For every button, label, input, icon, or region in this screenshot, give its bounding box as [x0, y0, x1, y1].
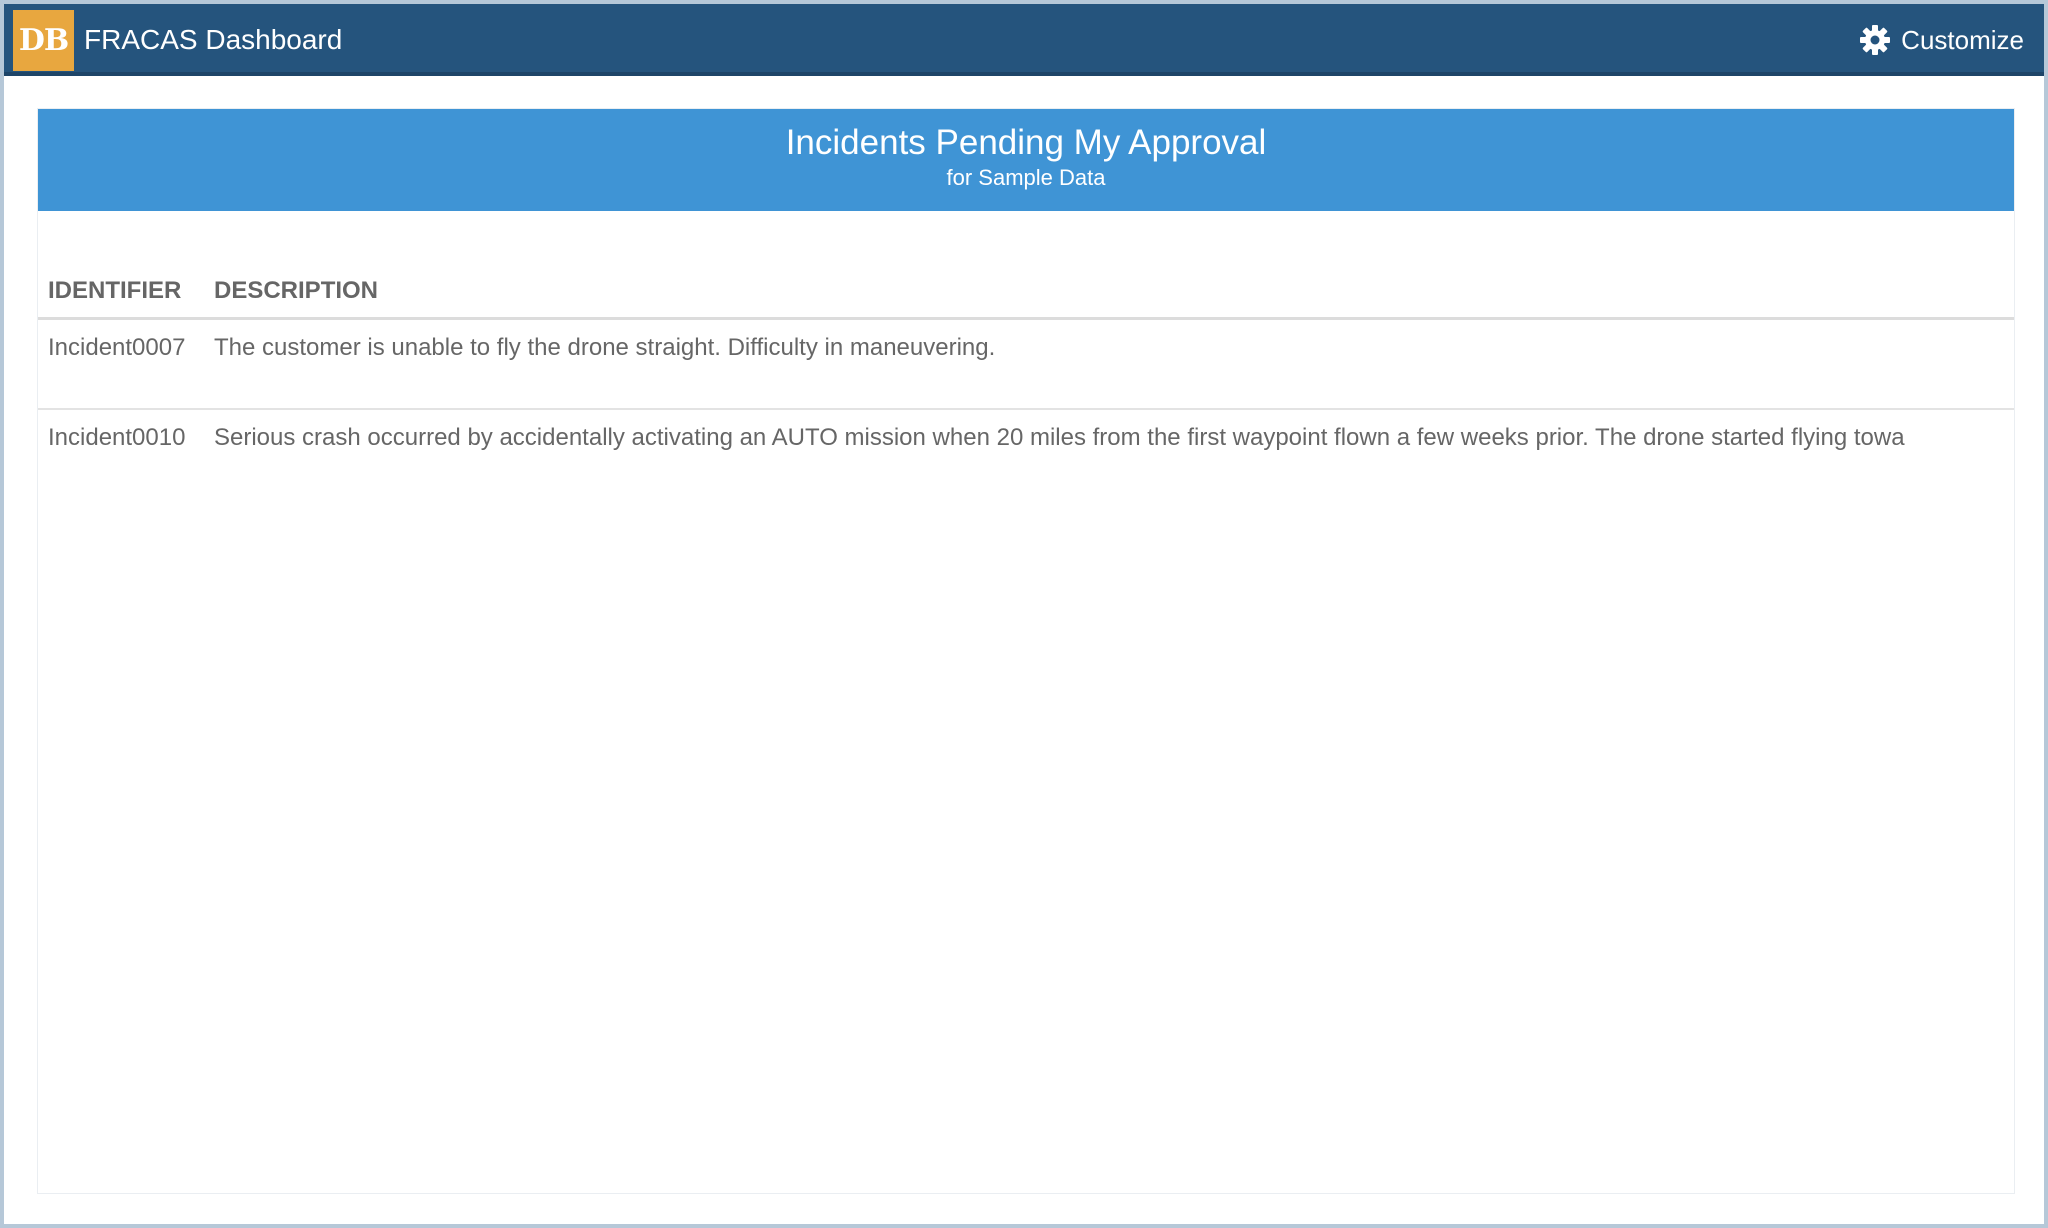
panel-header: Incidents Pending My Approval for Sample…	[38, 109, 2014, 211]
app-logo[interactable]: DB	[13, 10, 74, 71]
panel-subtitle: for Sample Data	[946, 165, 1106, 190]
customize-button[interactable]: Customize	[1859, 4, 2024, 76]
incident-description[interactable]: Serious crash occurred by accidentally a…	[204, 409, 2014, 499]
column-header-identifier[interactable]: IDENTIFIER	[38, 265, 204, 320]
gear-icon	[1859, 24, 1891, 56]
incidents-panel: Incidents Pending My Approval for Sample…	[37, 108, 2015, 1194]
app-window: DB FRACAS Dashboard Customize Incidents …	[0, 0, 2048, 1228]
incident-identifier[interactable]: Incident0007	[38, 318, 204, 410]
table-row[interactable]: Incident0010 Serious crash occurred by a…	[38, 409, 2014, 499]
table-header-row: IDENTIFIER DESCRIPTION	[38, 265, 2014, 320]
app-title[interactable]: FRACAS Dashboard	[84, 4, 342, 76]
incidents-table: IDENTIFIER DESCRIPTION Incident0007 The …	[38, 265, 2014, 499]
table-row[interactable]: Incident0007 The customer is unable to f…	[38, 318, 2014, 410]
incident-identifier[interactable]: Incident0010	[38, 409, 204, 499]
incident-description[interactable]: The customer is unable to fly the drone …	[204, 318, 2014, 410]
panel-title: Incidents Pending My Approval	[785, 123, 1267, 162]
top-navigation-bar: DB FRACAS Dashboard Customize	[4, 4, 2044, 76]
customize-label: Customize	[1901, 24, 2024, 55]
column-header-description[interactable]: DESCRIPTION	[204, 265, 2014, 320]
